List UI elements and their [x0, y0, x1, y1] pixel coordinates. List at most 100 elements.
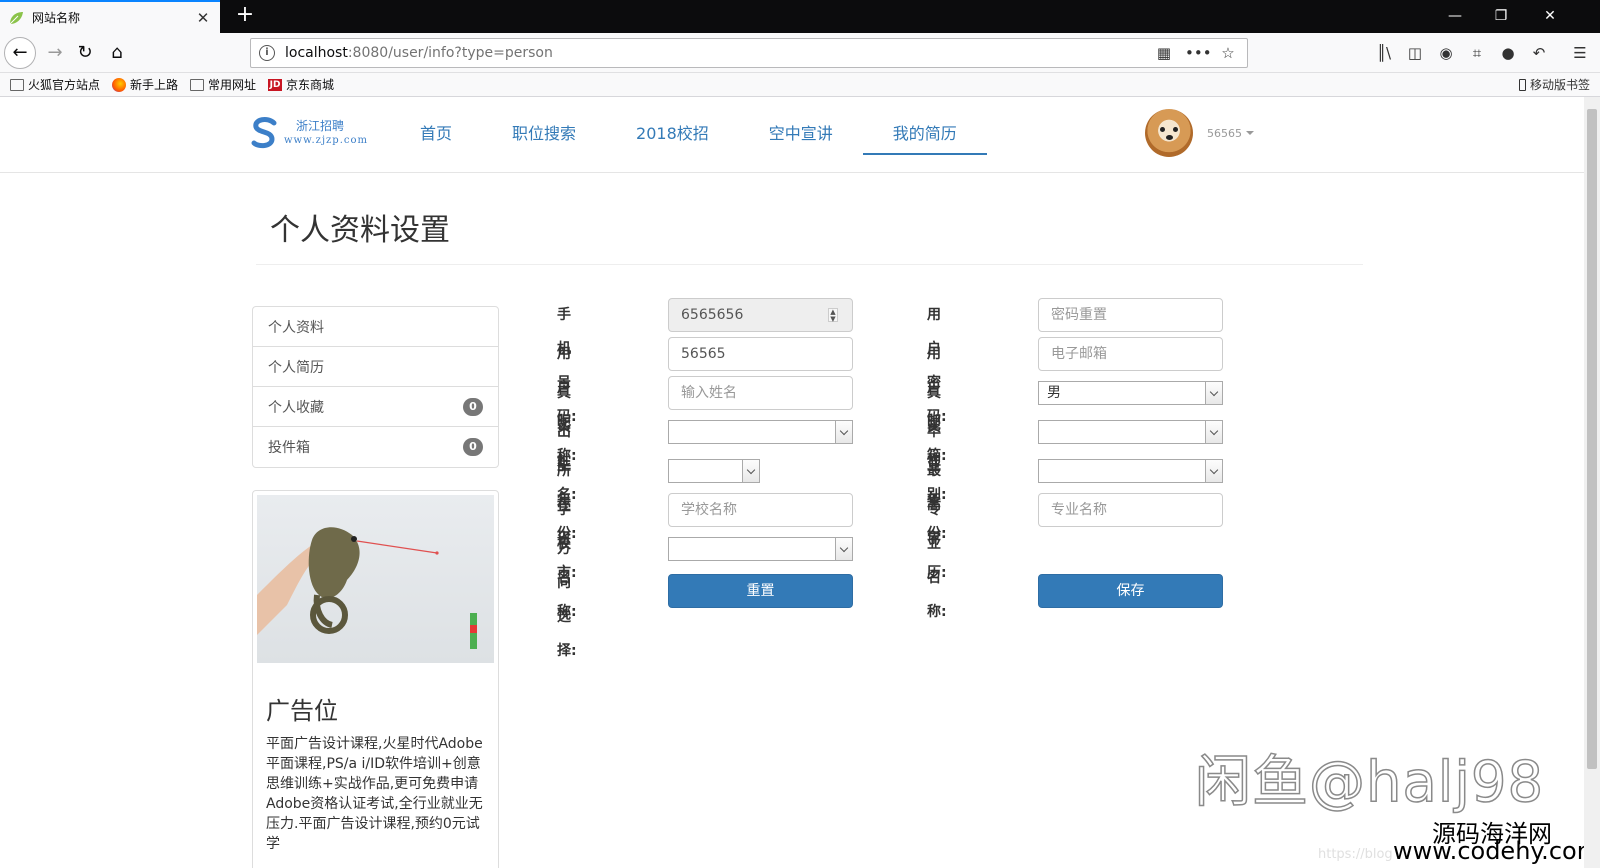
- url-text[interactable]: localhost:8080/user/info?type=person: [285, 45, 1143, 61]
- username: 56565: [1207, 126, 1242, 140]
- url-path: :8080/user/info?type=person: [347, 45, 553, 61]
- phone-icon: [1518, 78, 1526, 91]
- chevron-down-icon: [835, 538, 852, 560]
- watermark-faint: https://blog: [1318, 847, 1393, 862]
- nav-home[interactable]: 首页: [390, 119, 482, 155]
- realname-field[interactable]: 输入姓名: [668, 376, 853, 410]
- birth-year-select[interactable]: [668, 420, 853, 444]
- grad-year-select[interactable]: [1038, 420, 1223, 444]
- more-icon[interactable]: •••: [1185, 44, 1212, 62]
- ad-image[interactable]: [257, 495, 494, 663]
- close-window-icon[interactable]: ✕: [1524, 0, 1576, 33]
- major-field[interactable]: 专业名称: [1038, 493, 1223, 527]
- password-field[interactable]: 密码重置: [1038, 298, 1223, 332]
- folder-icon: [10, 78, 24, 91]
- ad-panel: 广告位 平面广告设计课程,火星时代Adobe平面课程,PS/a i/ID软件培训…: [252, 490, 499, 868]
- side-menu-item-resume[interactable]: 个人简历: [253, 347, 498, 387]
- nav-online-talks[interactable]: 空中宣讲: [739, 119, 863, 155]
- direction-select[interactable]: [668, 537, 853, 561]
- save-button[interactable]: 保存: [1038, 574, 1223, 608]
- page-viewport: 浙江招聘 www.zjzp.com 首页 职位搜索 2018校招 空中宣讲 我的…: [0, 97, 1584, 868]
- screenshot-icon[interactable]: ⌗: [1465, 41, 1489, 65]
- jd-icon: JD: [268, 78, 283, 91]
- side-menu-label: 投件箱: [268, 440, 310, 456]
- gender-select[interactable]: 男: [1038, 381, 1223, 405]
- user-menu[interactable]: 56565: [1145, 109, 1254, 157]
- watermark-main: 闲鱼@halj98: [1194, 749, 1545, 816]
- site-info-icon[interactable]: i: [259, 45, 275, 61]
- chevron-down-icon: [1205, 460, 1222, 482]
- bookmark-item[interactable]: 新手上路: [112, 76, 178, 93]
- email-field[interactable]: 电子邮箱: [1038, 337, 1223, 371]
- bookmark-item[interactable]: 常用网址: [190, 76, 256, 93]
- province-city-select[interactable]: [668, 459, 760, 483]
- site-logo[interactable]: 浙江招聘 www.zjzp.com: [250, 117, 368, 149]
- email-label: 用户邮箱:: [927, 346, 947, 464]
- phone-value: 6565656: [681, 307, 744, 323]
- scrollbar-thumb[interactable]: [1587, 109, 1597, 769]
- back-icon[interactable]: ←: [4, 37, 36, 69]
- restore-icon[interactable]: ❐: [1478, 0, 1524, 33]
- vertical-scrollbar[interactable]: [1584, 97, 1600, 868]
- bookmark-label: 新手上路: [130, 78, 179, 92]
- chevron-down-icon: [835, 421, 852, 443]
- star-icon[interactable]: ☆: [1217, 44, 1239, 62]
- avatar[interactable]: [1145, 109, 1193, 157]
- main-nav: 首页 职位搜索 2018校招 空中宣讲 我的简历: [390, 119, 987, 155]
- gender-label: 真实性别:: [927, 385, 947, 503]
- logo-mark-icon: [250, 117, 278, 149]
- new-tab-button[interactable]: +: [232, 3, 258, 29]
- browser-tab-bar: 网站名称 ✕ + — ❐ ✕: [0, 0, 1600, 33]
- site-header: 浙江招聘 www.zjzp.com 首页 职位搜索 2018校招 空中宣讲 我的…: [0, 97, 1584, 173]
- chevron-down-icon: [742, 460, 759, 482]
- nickname-field[interactable]: 56565: [668, 337, 853, 371]
- menu-icon[interactable]: ☰: [1568, 41, 1592, 65]
- logo-cn: 浙江招聘: [296, 119, 345, 133]
- nav-my-resume[interactable]: 我的简历: [862, 119, 987, 155]
- watermark-site-url: www.codehy.com: [1393, 837, 1584, 865]
- nav-campus-recruiting[interactable]: 2018校招: [606, 119, 739, 155]
- logo-en: www.zjzp.com: [284, 135, 368, 146]
- undo-icon[interactable]: ↶: [1527, 41, 1551, 65]
- chat-icon[interactable]: ●: [1496, 41, 1520, 65]
- education-select[interactable]: [1038, 459, 1223, 483]
- side-menu-item-favorites[interactable]: 个人收藏 0: [253, 387, 498, 427]
- sync-icon[interactable]: ◉: [1434, 41, 1458, 65]
- phone-field[interactable]: 6565656 ▲ ▼: [668, 298, 853, 332]
- side-menu-item-profile[interactable]: 个人资料: [253, 307, 498, 347]
- bookmark-label: 常用网址: [208, 78, 257, 92]
- side-menu-item-outbox[interactable]: 投件箱 0: [253, 427, 498, 467]
- qr-code-icon[interactable]: ▦: [1153, 44, 1175, 62]
- page-title: 个人资料设置: [270, 213, 450, 248]
- chevron-down-icon: [1205, 382, 1222, 404]
- bookmark-item[interactable]: JD 京东商城: [268, 76, 334, 93]
- reload-icon[interactable]: ↻: [70, 38, 100, 68]
- spinner-icon[interactable]: ▲ ▼: [828, 308, 838, 323]
- mobile-bookmarks-label: 移动版书签: [1529, 78, 1590, 92]
- browser-tab[interactable]: 网站名称 ✕: [0, 0, 220, 33]
- education-label: 最高学历:: [927, 463, 947, 581]
- address-bar[interactable]: i localhost:8080/user/info?type=person ▦…: [250, 38, 1248, 68]
- minimize-icon[interactable]: —: [1432, 0, 1478, 33]
- forward-icon[interactable]: →: [40, 38, 70, 68]
- side-menu-label: 个人简历: [268, 359, 324, 376]
- count-badge: 0: [463, 397, 483, 416]
- bookmarks-bar: 火狐官方站点 新手上路 常用网址 JD 京东商城 移动版书签: [0, 73, 1600, 97]
- ad-text: 平面广告设计课程,火星时代Adobe平面课程,PS/a i/ID软件培训+创意思…: [266, 736, 483, 852]
- phone-label: 手机号码:: [557, 307, 577, 425]
- bookmark-label: 京东商城: [286, 78, 335, 92]
- bookmark-label: 火狐官方站点: [28, 78, 101, 92]
- close-tab-icon[interactable]: ✕: [194, 9, 212, 27]
- library-icon[interactable]: ║\: [1372, 41, 1396, 65]
- home-icon[interactable]: ⌂: [102, 38, 132, 68]
- folder-icon: [190, 78, 205, 91]
- mobile-bookmarks[interactable]: 移动版书签: [1518, 76, 1590, 93]
- school-field[interactable]: 学校名称: [668, 493, 853, 527]
- realname-label: 真实姓名:: [557, 385, 577, 503]
- reset-button[interactable]: 重置: [668, 574, 853, 608]
- nav-job-search[interactable]: 职位搜索: [482, 119, 606, 155]
- bookmark-item[interactable]: 火狐官方站点: [10, 76, 100, 93]
- sidebar-icon[interactable]: ◫: [1403, 41, 1427, 65]
- major-label: 专业名称:: [927, 502, 947, 620]
- grad-year-label: 毕业年份:: [927, 424, 947, 542]
